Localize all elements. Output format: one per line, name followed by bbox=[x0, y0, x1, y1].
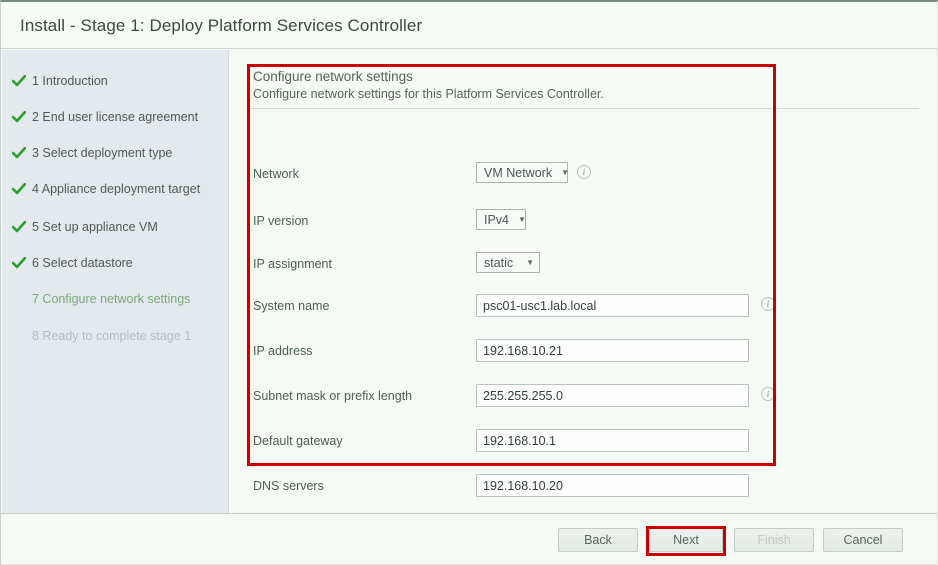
check-icon bbox=[12, 147, 28, 159]
panel-divider bbox=[250, 108, 919, 109]
field-row-ip-version: IP version IPv4 ▼ bbox=[230, 209, 937, 235]
field-row-dns-servers: DNS servers bbox=[230, 474, 937, 500]
subnet-mask-info-icon[interactable]: i bbox=[761, 387, 775, 401]
sidebar-item-label: 2 End user license agreement bbox=[32, 110, 199, 124]
sidebar-item-select-deployment-type[interactable]: 3 Select deployment type bbox=[12, 144, 172, 162]
installer-window: Install - Stage 1: Deploy Platform Servi… bbox=[0, 0, 938, 565]
ip-assignment-selected-value: static bbox=[484, 255, 514, 270]
field-row-subnet-mask: Subnet mask or prefix length i bbox=[230, 384, 937, 410]
check-icon bbox=[12, 183, 28, 195]
network-selected-value: VM Network bbox=[484, 165, 553, 180]
dns-servers-input[interactable] bbox=[476, 474, 749, 497]
next-button[interactable]: Next bbox=[649, 528, 723, 552]
page-title: Install - Stage 1: Deploy Platform Servi… bbox=[20, 16, 423, 35]
chevron-down-icon: ▼ bbox=[561, 167, 569, 177]
check-icon bbox=[12, 257, 28, 269]
ip-version-selected-value: IPv4 bbox=[484, 212, 510, 227]
sidebar-item-label: 4 Appliance deployment target bbox=[32, 182, 201, 196]
sidebar-item-label: 1 Introduction bbox=[32, 74, 108, 88]
panel-subheading: Configure network settings for this Plat… bbox=[253, 87, 604, 101]
network-info-icon[interactable]: i bbox=[577, 165, 591, 179]
sidebar-item-appliance-deployment-target[interactable]: 4 Appliance deployment target bbox=[12, 180, 200, 198]
cancel-button[interactable]: Cancel bbox=[823, 528, 903, 552]
field-row-default-gateway: Default gateway bbox=[230, 429, 937, 455]
ip-version-select[interactable]: IPv4 ▼ bbox=[476, 209, 526, 230]
footer-button-bar: Back Next Finish Cancel bbox=[1, 514, 937, 564]
check-icon bbox=[12, 221, 28, 233]
sidebar-item-label: 7 Configure network settings bbox=[32, 292, 191, 306]
title-bar: Install - Stage 1: Deploy Platform Servi… bbox=[1, 2, 937, 49]
back-button[interactable]: Back bbox=[558, 528, 638, 552]
panel-heading: Configure network settings bbox=[253, 69, 413, 84]
sidebar-item-select-datastore[interactable]: 6 Select datastore bbox=[12, 254, 133, 272]
chevron-down-icon: ▼ bbox=[526, 257, 534, 267]
sidebar-item-configure-network-settings[interactable]: 7 Configure network settings bbox=[12, 290, 190, 308]
wizard-step-sidebar: 1 Introduction 2 End user license agreem… bbox=[2, 50, 229, 513]
ip-address-label: IP address bbox=[253, 344, 313, 358]
field-row-ip-assignment: IP assignment static ▼ bbox=[230, 252, 937, 278]
sidebar-item-ready-to-complete-stage-1[interactable]: 8 Ready to complete stage 1 bbox=[12, 327, 191, 345]
field-row-network: Network VM Network ▼ i bbox=[230, 162, 937, 188]
sidebar-item-end-user-license-agreement[interactable]: 2 End user license agreement bbox=[12, 108, 198, 126]
ip-version-label: IP version bbox=[253, 214, 309, 228]
sidebar-item-label: 3 Select deployment type bbox=[32, 146, 173, 160]
sidebar-item-label: 6 Select datastore bbox=[32, 256, 133, 270]
main-content: Configure network settings Configure net… bbox=[230, 50, 937, 513]
default-gateway-label: Default gateway bbox=[253, 434, 343, 448]
network-label: Network bbox=[253, 167, 299, 181]
ip-assignment-label: IP assignment bbox=[253, 257, 332, 271]
sidebar-item-introduction[interactable]: 1 Introduction bbox=[12, 72, 108, 90]
default-gateway-input[interactable] bbox=[476, 429, 749, 452]
network-select[interactable]: VM Network ▼ bbox=[476, 162, 569, 183]
sidebar-item-set-up-appliance-vm[interactable]: 5 Set up appliance VM bbox=[12, 218, 158, 236]
subnet-mask-input[interactable] bbox=[476, 384, 749, 407]
field-row-ip-address: IP address bbox=[230, 339, 937, 365]
subnet-mask-label: Subnet mask or prefix length bbox=[253, 389, 413, 403]
ip-assignment-select[interactable]: static ▼ bbox=[476, 252, 540, 273]
ip-address-input[interactable] bbox=[476, 339, 749, 362]
sidebar-item-label: 8 Ready to complete stage 1 bbox=[32, 329, 192, 343]
field-row-system-name: System name i bbox=[230, 294, 937, 320]
finish-button: Finish bbox=[734, 528, 814, 552]
check-icon bbox=[12, 111, 28, 123]
check-icon bbox=[12, 75, 28, 87]
system-name-info-icon[interactable]: i bbox=[761, 297, 775, 311]
system-name-input[interactable] bbox=[476, 294, 749, 317]
dns-servers-label: DNS servers bbox=[253, 479, 324, 493]
chevron-down-icon: ▼ bbox=[518, 214, 526, 224]
system-name-label: System name bbox=[253, 299, 330, 313]
sidebar-item-label: 5 Set up appliance VM bbox=[32, 220, 158, 234]
